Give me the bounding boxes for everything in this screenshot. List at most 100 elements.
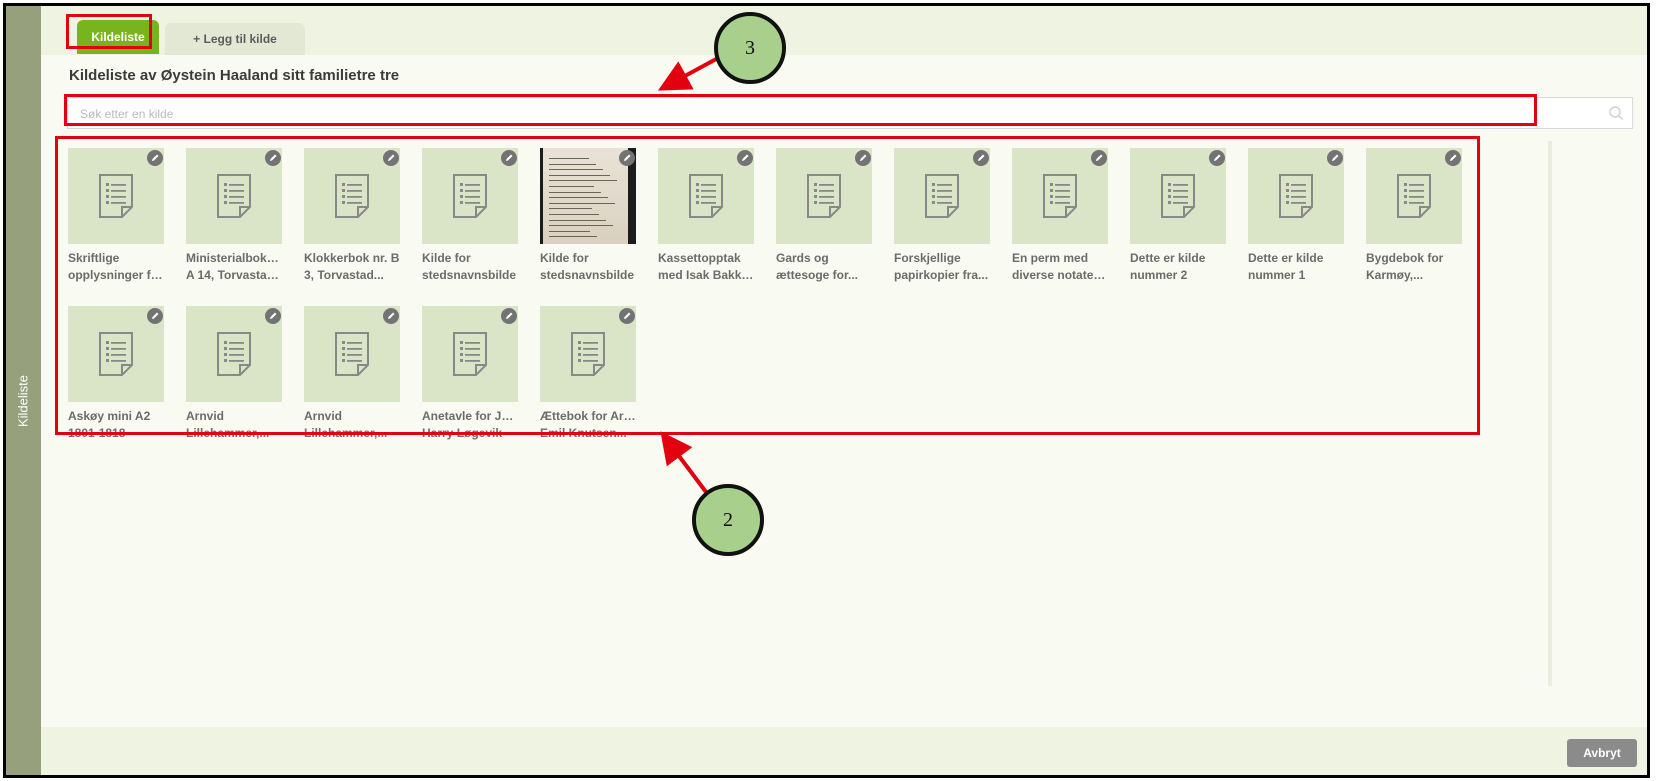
edit-button[interactable] bbox=[383, 308, 399, 324]
edit-button[interactable] bbox=[619, 308, 635, 324]
source-title-line1: Dette er kilde bbox=[1130, 251, 1206, 265]
source-thumbnail[interactable] bbox=[1248, 148, 1344, 244]
pencil-icon bbox=[506, 312, 513, 319]
source-title[interactable]: Kilde for stedsnavnsbilde bbox=[422, 250, 534, 284]
source-thumbnail[interactable] bbox=[186, 306, 282, 402]
document-icon bbox=[807, 174, 841, 218]
tab-add-source[interactable]: + Legg til kilde bbox=[165, 23, 305, 55]
source-title[interactable]: Skriftlige opplysninger fra... bbox=[68, 250, 180, 284]
source-title[interactable]: Dette er kilde nummer 2 bbox=[1130, 250, 1242, 284]
source-thumbnail[interactable] bbox=[658, 148, 754, 244]
source-thumbnail[interactable] bbox=[540, 148, 636, 244]
side-rail[interactable]: Kildeliste bbox=[6, 6, 41, 775]
source-title-line2: 3, Torvastad... bbox=[304, 268, 384, 282]
source-thumbnail[interactable] bbox=[68, 148, 164, 244]
search-icon[interactable] bbox=[1608, 105, 1624, 121]
source-thumbnail[interactable] bbox=[186, 148, 282, 244]
source-thumbnail[interactable] bbox=[1130, 148, 1226, 244]
source-title[interactable]: Askøy mini A2 1801-1818 bbox=[68, 408, 180, 442]
edit-button[interactable] bbox=[1209, 150, 1225, 166]
source-title[interactable]: Gards og ættesoge for... bbox=[776, 250, 888, 284]
edit-button[interactable] bbox=[1445, 150, 1461, 166]
source-title-line2: papirkopier fra... bbox=[894, 268, 989, 282]
pencil-icon bbox=[152, 154, 159, 161]
edit-button[interactable] bbox=[855, 150, 871, 166]
source-thumbnail[interactable] bbox=[1366, 148, 1462, 244]
source-thumbnail[interactable] bbox=[894, 148, 990, 244]
source-title-line1: Arnvid bbox=[304, 409, 343, 423]
edit-button[interactable] bbox=[619, 150, 635, 166]
edit-button[interactable] bbox=[383, 150, 399, 166]
source-thumbnail[interactable] bbox=[68, 306, 164, 402]
source-title-line2: Lillehammer,... bbox=[304, 426, 388, 440]
source-title-line2: Harry Løgevik bbox=[422, 426, 503, 440]
source-title[interactable]: Ættebok for Arne Emil Knutsen... bbox=[540, 408, 652, 442]
source-thumbnail[interactable] bbox=[776, 148, 872, 244]
source-title[interactable]: Forskjellige papirkopier fra... bbox=[894, 250, 1006, 284]
document-photo bbox=[543, 148, 628, 244]
page-title: Kildeliste av Øystein Haaland sitt famil… bbox=[69, 67, 400, 84]
source-title[interactable]: Ministerialbok nr. A 14, Torvastad... bbox=[186, 250, 298, 284]
document-icon bbox=[1161, 174, 1195, 218]
source-title[interactable]: Arnvid Lillehammer,... bbox=[186, 408, 298, 442]
edit-button[interactable] bbox=[147, 308, 163, 324]
callout-2: 2 bbox=[692, 484, 764, 556]
edit-button[interactable] bbox=[501, 308, 517, 324]
source-thumbnail[interactable] bbox=[422, 148, 518, 244]
edit-button[interactable] bbox=[737, 150, 753, 166]
source-title[interactable]: Dette er kilde nummer 1 bbox=[1248, 250, 1360, 284]
source-title[interactable]: Bygdebok for Karmøy,... bbox=[1366, 250, 1478, 284]
edit-button[interactable] bbox=[501, 150, 517, 166]
document-icon bbox=[99, 174, 133, 218]
edit-button[interactable] bbox=[1091, 150, 1107, 166]
pencil-icon bbox=[624, 312, 631, 319]
edit-button[interactable] bbox=[1327, 150, 1343, 166]
tab-bar: Kildeliste + Legg til kilde bbox=[41, 6, 1647, 55]
source-title-line1: Gards og bbox=[776, 251, 829, 265]
document-icon bbox=[217, 174, 251, 218]
source-thumbnail[interactable] bbox=[422, 306, 518, 402]
source-thumbnail[interactable] bbox=[304, 148, 400, 244]
source-title-line2: Karmøy,... bbox=[1366, 268, 1424, 282]
source-title-line1: Kilde for bbox=[422, 251, 471, 265]
document-icon bbox=[571, 332, 605, 376]
source-title-line1: Klokkerbok nr. B bbox=[304, 251, 400, 265]
search-box bbox=[67, 97, 1633, 130]
source-title-line1: En perm med bbox=[1012, 251, 1089, 265]
document-icon bbox=[335, 332, 369, 376]
tab-kildeliste[interactable]: Kildeliste bbox=[77, 20, 159, 54]
document-icon bbox=[689, 174, 723, 218]
source-title[interactable]: Arnvid Lillehammer,... bbox=[304, 408, 416, 442]
source-title-line1: Anetavle for John bbox=[422, 409, 518, 423]
source-title-line2: nummer 2 bbox=[1130, 268, 1188, 282]
callout-3: 3 bbox=[714, 12, 786, 84]
search-input[interactable] bbox=[78, 98, 1602, 130]
document-icon bbox=[453, 332, 487, 376]
source-title[interactable]: Anetavle for John Harry Løgevik bbox=[422, 408, 534, 442]
source-title-line1: Arnvid bbox=[186, 409, 225, 423]
source-title-line2: diverse notater ... bbox=[1012, 268, 1108, 282]
pencil-icon bbox=[1450, 154, 1457, 161]
pencil-icon bbox=[978, 154, 985, 161]
edit-button[interactable] bbox=[147, 150, 163, 166]
source-title[interactable]: Klokkerbok nr. B 3, Torvastad... bbox=[304, 250, 416, 284]
source-title-line1: Askøy mini A2 bbox=[68, 409, 151, 423]
side-rail-label: Kildeliste bbox=[15, 374, 31, 428]
edit-button[interactable] bbox=[265, 308, 281, 324]
source-thumbnail[interactable] bbox=[1012, 148, 1108, 244]
source-title-line2: 1801-1818 bbox=[68, 426, 126, 440]
cancel-button[interactable]: Avbryt bbox=[1567, 739, 1637, 767]
document-icon bbox=[1279, 174, 1313, 218]
edit-button[interactable] bbox=[265, 150, 281, 166]
pencil-icon bbox=[1096, 154, 1103, 161]
source-thumbnail[interactable] bbox=[304, 306, 400, 402]
source-title-line1: Skriftlige bbox=[68, 251, 120, 265]
scrollbar[interactable] bbox=[1548, 141, 1552, 686]
source-title[interactable]: Kilde for stedsnavnsbilde bbox=[540, 250, 652, 284]
source-title[interactable]: En perm med diverse notater ... bbox=[1012, 250, 1124, 284]
source-title[interactable]: Kassettopptak med Isak Bakke... bbox=[658, 250, 770, 284]
document-icon bbox=[453, 174, 487, 218]
edit-button[interactable] bbox=[973, 150, 989, 166]
source-thumbnail[interactable] bbox=[540, 306, 636, 402]
pencil-icon bbox=[270, 154, 277, 161]
